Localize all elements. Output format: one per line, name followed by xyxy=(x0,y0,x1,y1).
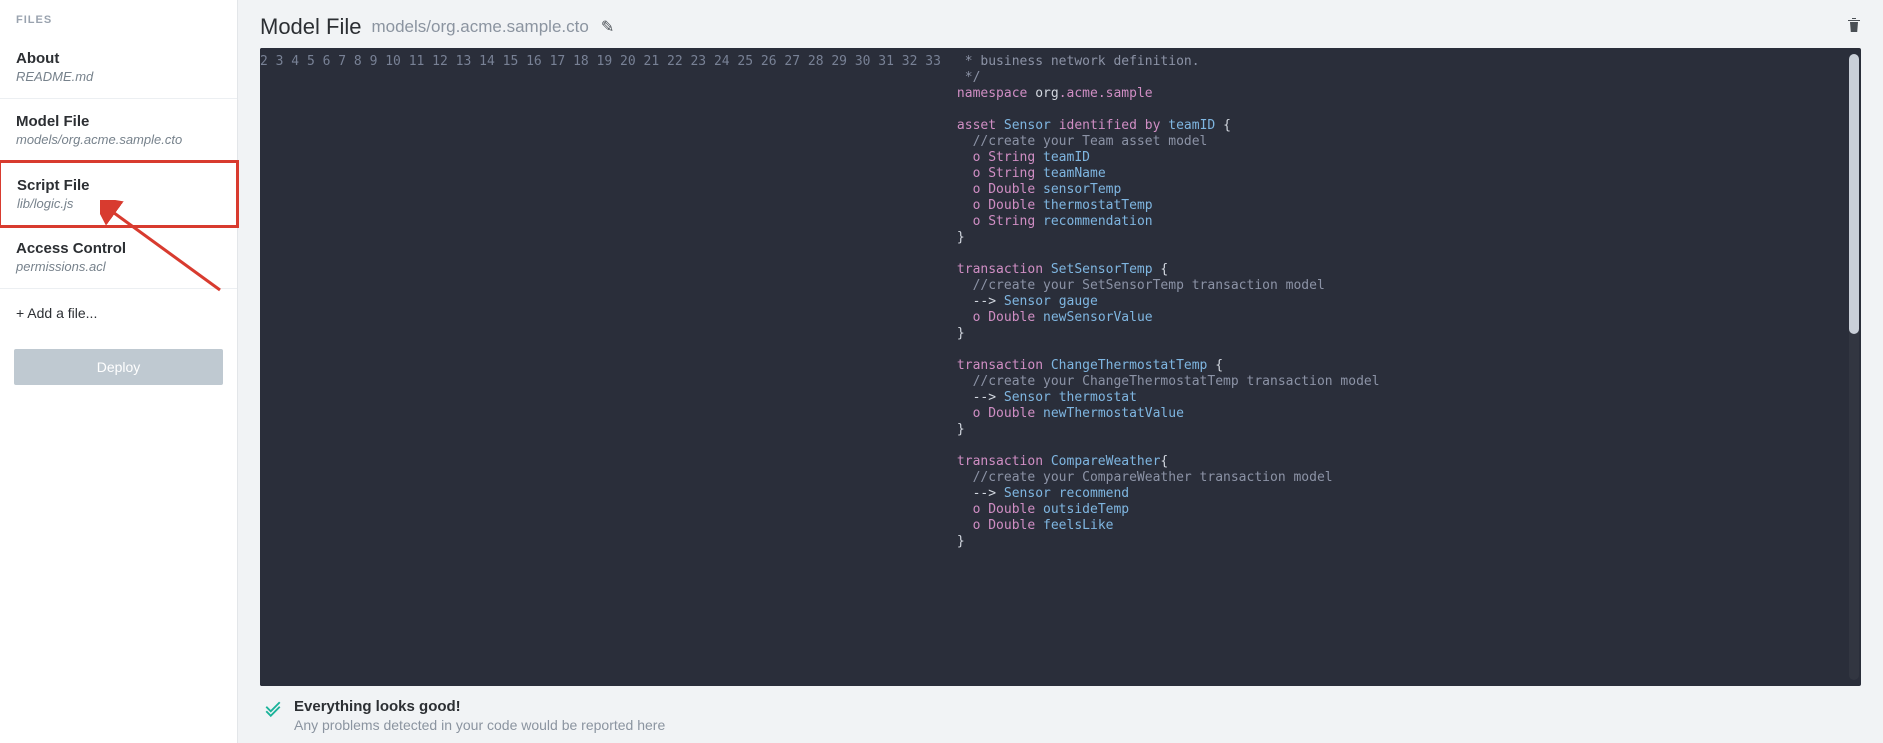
check-icon xyxy=(264,700,282,723)
edit-icon[interactable]: ✎ xyxy=(601,17,614,37)
file-title: About xyxy=(16,50,221,67)
file-path: lib/logic.js xyxy=(17,196,220,211)
file-title: Script File xyxy=(17,177,220,194)
file-title: Model File xyxy=(16,113,221,130)
file-path: models/org.acme.sample.cto xyxy=(16,132,221,147)
main: Model File models/org.acme.sample.cto ✎ … xyxy=(238,0,1883,743)
add-file-button[interactable]: + Add a file... xyxy=(0,289,237,337)
file-item-acl[interactable]: Access Control permissions.acl xyxy=(0,226,237,289)
status-row: Everything looks good! Any problems dete… xyxy=(260,686,1861,733)
file-path: README.md xyxy=(16,69,221,84)
editor-header: Model File models/org.acme.sample.cto ✎ xyxy=(260,14,1861,40)
delete-icon[interactable] xyxy=(1847,17,1861,38)
code-editor[interactable]: 2 3 4 5 6 7 8 9 10 11 12 13 14 15 16 17 … xyxy=(260,48,1861,686)
file-title: Access Control xyxy=(16,240,221,257)
file-item-script[interactable]: Script File lib/logic.js xyxy=(0,160,239,228)
sidebar: FILES About README.md Model File models/… xyxy=(0,0,238,743)
file-item-about[interactable]: About README.md xyxy=(0,36,237,99)
status-title: Everything looks good! xyxy=(294,698,665,715)
status-sub: Any problems detected in your code would… xyxy=(294,717,665,733)
deploy-button[interactable]: Deploy xyxy=(14,349,223,385)
file-item-model[interactable]: Model File models/org.acme.sample.cto xyxy=(0,99,237,162)
scrollbar-thumb[interactable] xyxy=(1849,54,1859,334)
page-title: Model File xyxy=(260,14,361,40)
page-path: models/org.acme.sample.cto xyxy=(371,17,588,37)
file-path: permissions.acl xyxy=(16,259,221,274)
code-area[interactable]: * business network definition. */ namesp… xyxy=(951,48,1861,686)
sidebar-header: FILES xyxy=(0,0,237,36)
line-gutter: 2 3 4 5 6 7 8 9 10 11 12 13 14 15 16 17 … xyxy=(260,48,951,686)
